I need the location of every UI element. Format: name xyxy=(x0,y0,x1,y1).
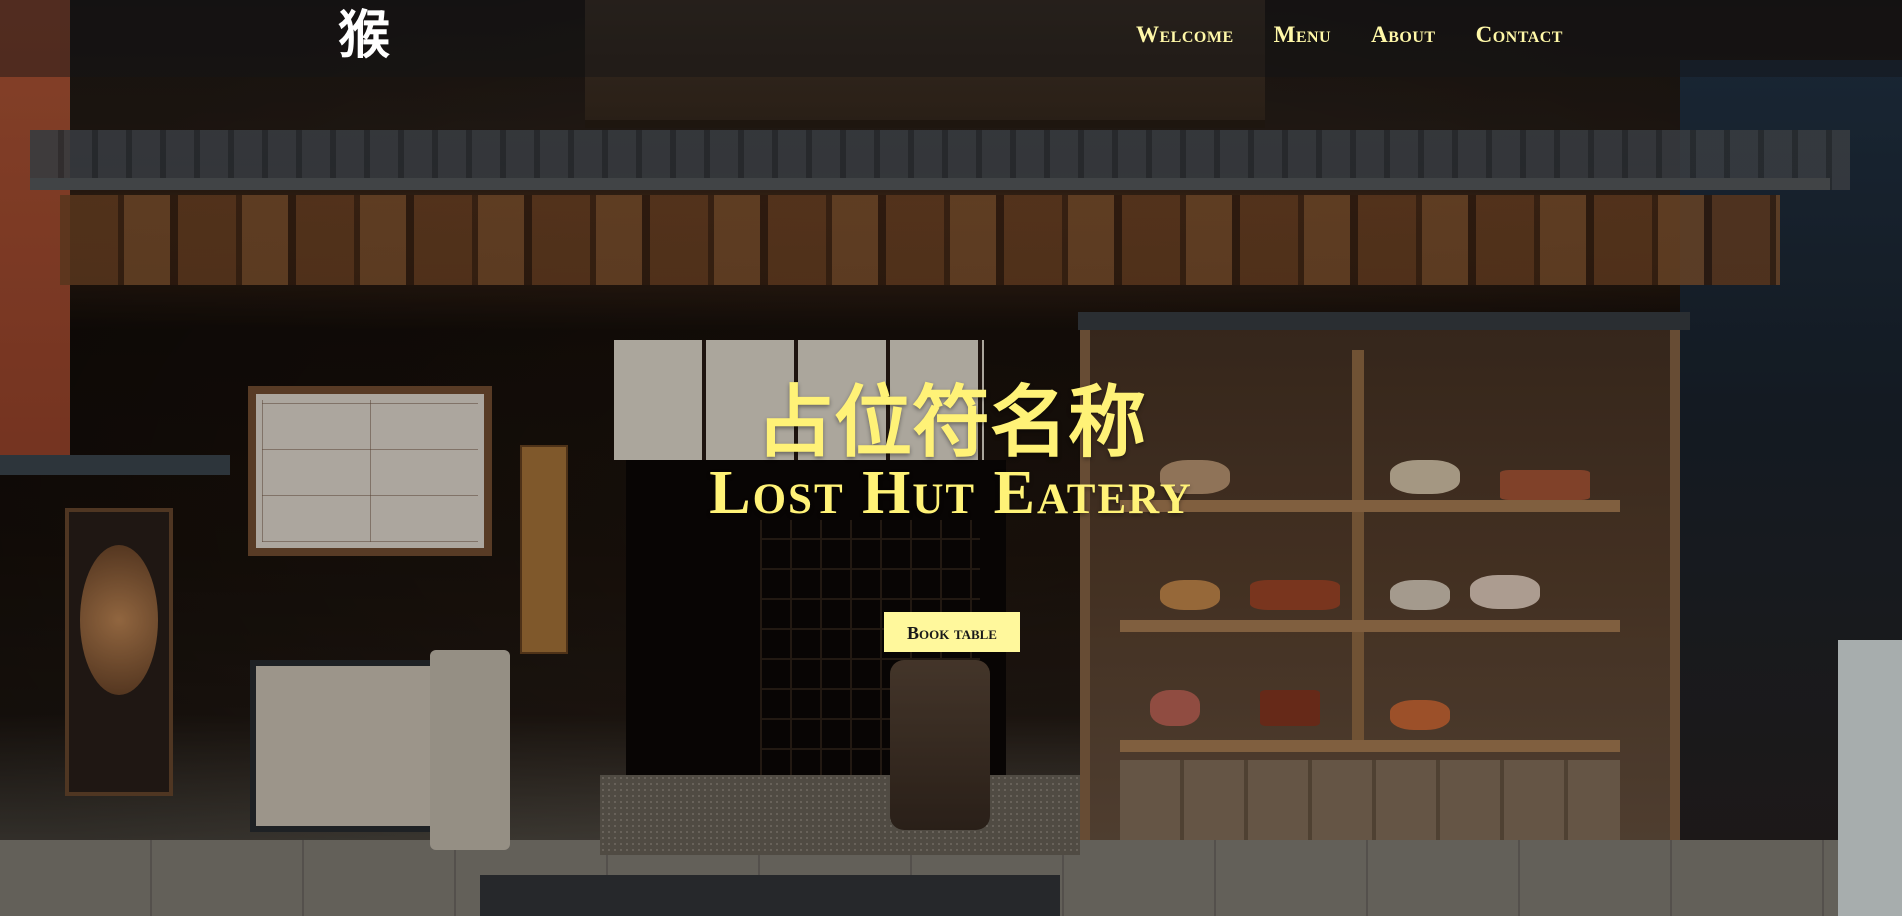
logo[interactable]: 猴 xyxy=(338,6,390,66)
nav-link-contact[interactable]: Contact xyxy=(1476,22,1563,48)
hero-section: 猴 Welcome Menu About Contact 占位符名称 Lost … xyxy=(0,0,1902,916)
nav-links: Welcome Menu About Contact xyxy=(1136,22,1603,48)
nav-link-menu[interactable]: Menu xyxy=(1274,22,1332,48)
hero-title-chinese: 占位符名称 xyxy=(755,378,1146,468)
hero-title-english: Lost Hut Eatery xyxy=(709,459,1193,527)
book-table-button[interactable]: Book table xyxy=(884,612,1020,652)
navbar: 猴 Welcome Menu About Contact xyxy=(0,0,1902,77)
nav-link-welcome[interactable]: Welcome xyxy=(1136,22,1234,48)
nav-link-about[interactable]: About xyxy=(1371,22,1435,48)
